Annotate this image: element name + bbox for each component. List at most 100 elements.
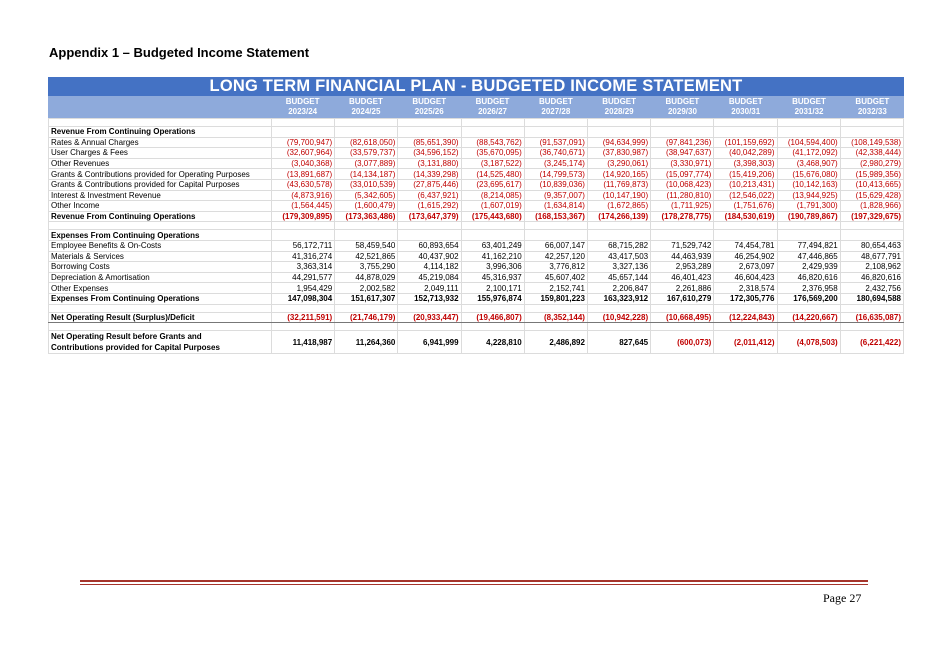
value-cell [460, 229, 525, 241]
column-header: BUDGET 2031/32 [777, 96, 840, 118]
value-cell: 2,673,097 [713, 261, 778, 273]
statement-banner: LONG TERM FINANCIAL PLAN - BUDGETED INCO… [48, 77, 904, 96]
value-cell: (1,672,865) [586, 200, 652, 212]
value-cell: (3,077,889) [334, 157, 399, 170]
column-header-top: BUDGET [792, 97, 826, 106]
value-cell [839, 322, 905, 332]
value-cell: (11,280,810) [650, 189, 715, 202]
value-cell: 45,219,084 [397, 271, 462, 284]
value-cell [460, 221, 525, 231]
value-cell: 11,264,360 [334, 330, 399, 355]
footer-rule-thick [80, 580, 868, 582]
row-label: Depreciation & Amortisation [48, 271, 272, 284]
value-cell: 74,454,781 [713, 239, 778, 252]
value-cell: 58,459,540 [334, 239, 399, 252]
table-row: Expenses From Continuing Operations [48, 229, 905, 241]
value-cell: 42,257,120 [523, 250, 588, 263]
value-cell [776, 322, 841, 332]
value-cell: 172,305,776 [713, 292, 778, 305]
value-cell [523, 303, 588, 313]
value-cell [586, 303, 652, 313]
table-row: User Charges & Fees (32,607,964) (33,579,7… [48, 147, 905, 159]
value-cell: 63,401,249 [460, 239, 525, 252]
value-cell: (33,579,737) [334, 147, 399, 159]
column-header-top: BUDGET [349, 97, 383, 106]
spacer-row [48, 118, 905, 127]
document-title: Appendix 1 – Budgeted Income Statement [49, 45, 310, 60]
table-row: Other Expenses 1,954,429 2,002,582 2,049,11… [48, 282, 905, 294]
value-cell: 827,645 [586, 330, 652, 355]
value-cell: 3,776,812 [523, 261, 588, 273]
value-cell: (4,078,503) [776, 330, 841, 355]
value-cell: 71,529,742 [650, 239, 715, 252]
value-cell: (85,651,390) [397, 136, 462, 149]
row-label: Expenses From Continuing Operations [48, 229, 272, 241]
value-cell: 41,162,210 [460, 250, 525, 263]
value-cell: 4,228,810 [460, 330, 525, 355]
value-cell [650, 322, 715, 332]
table-row: Borrowing Costs 3,363,314 3,755,290 4,114,1… [48, 261, 905, 273]
value-cell: (104,594,400) [776, 136, 841, 149]
value-cell: (35,670,095) [460, 147, 525, 159]
row-label: Employee Benefits & On-Costs [48, 239, 272, 252]
value-cell: 3,327,136 [586, 261, 652, 273]
value-cell [270, 221, 336, 231]
value-cell: (1,791,300) [776, 200, 841, 212]
value-cell: 66,007,147 [523, 239, 588, 252]
value-cell: (14,799,573) [523, 168, 588, 180]
value-cell [713, 126, 778, 138]
row-label: Borrowing Costs [48, 261, 272, 273]
value-cell: 44,291,577 [270, 271, 336, 284]
column-header-year: 2023/24 [288, 107, 318, 116]
row-label: Rates & Annual Charges [48, 136, 272, 149]
value-cell [523, 322, 588, 332]
value-cell: (20,933,447) [397, 311, 462, 324]
value-cell [839, 126, 905, 138]
value-cell [460, 322, 525, 332]
column-header-row: BUDGET 2023/24 BUDGET 2024/25 BUDGET 2025/26 B… [48, 96, 904, 118]
value-cell: (14,525,480) [460, 168, 525, 180]
row-label: Other Income [48, 200, 272, 212]
value-cell: (2,011,412) [713, 330, 778, 355]
value-cell: (3,131,880) [397, 157, 462, 170]
value-cell: (3,468,907) [776, 157, 841, 170]
value-cell [650, 118, 715, 127]
value-cell: 152,713,932 [397, 292, 462, 305]
value-cell [334, 126, 399, 138]
value-cell: (12,546,022) [713, 189, 778, 202]
value-cell: (13,891,687) [270, 168, 336, 180]
value-cell: (6,221,422) [839, 330, 905, 355]
column-header-top: BUDGET [412, 97, 447, 106]
row-label: Revenue From Continuing Operations [48, 126, 272, 138]
page-number: Page 27 [823, 591, 862, 605]
value-cell: (91,537,091) [523, 136, 588, 149]
value-cell [650, 221, 715, 231]
column-header-year: 2029/30 [667, 107, 697, 116]
value-cell: (3,290,061) [586, 157, 652, 170]
column-header-top: BUDGET [475, 97, 510, 106]
table-row: Employee Benefits & On-Costs 56,172,711 58… [48, 239, 905, 252]
value-cell: 60,893,654 [397, 239, 462, 252]
value-cell: 2,261,886 [650, 282, 715, 294]
value-cell: (21,746,179) [334, 311, 399, 324]
value-cell: 6,941,999 [397, 330, 462, 355]
value-cell: 2,429,939 [776, 261, 841, 273]
value-cell [776, 126, 841, 138]
value-cell: 43,417,503 [586, 250, 652, 263]
value-cell [776, 229, 841, 241]
value-cell: (38,947,637) [650, 147, 715, 159]
value-cell [586, 221, 652, 231]
value-cell: 46,820,616 [839, 271, 905, 284]
value-cell [334, 322, 399, 332]
value-cell: 147,098,304 [270, 292, 336, 305]
value-cell: (8,214,085) [460, 189, 525, 202]
value-cell [650, 126, 715, 138]
value-cell [460, 118, 525, 127]
value-cell [270, 118, 336, 127]
spacer-row [48, 221, 905, 231]
value-cell [586, 126, 652, 138]
column-header-year: 2031/32 [794, 107, 824, 116]
table-row: Revenue From Continuing Operations (179,3… [48, 210, 905, 223]
table-row: Rates & Annual Charges (79,700,947) (82,61… [48, 136, 905, 149]
value-cell: (19,466,807) [460, 311, 525, 324]
